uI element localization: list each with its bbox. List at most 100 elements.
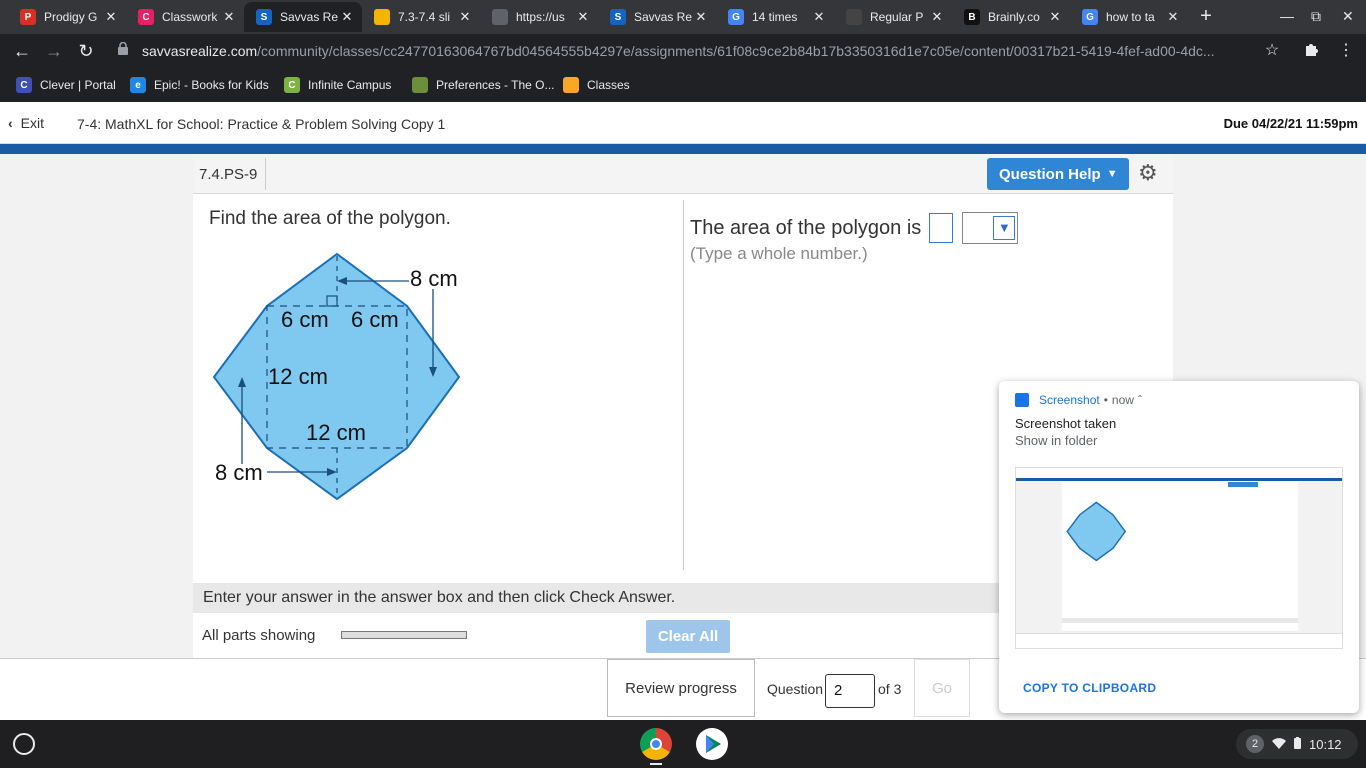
exit-button[interactable]: ‹ Exit [8,115,44,131]
screenshot-thumbnail[interactable] [1015,467,1343,649]
dropdown-arrow-icon[interactable]: ▼ [993,216,1016,240]
label-top-8cm: 8 cm [410,266,458,291]
tab-close-icon[interactable]: ✕ [810,9,828,25]
browser-tab[interactable]: Regular P ✕ [834,2,952,32]
tab-close-icon[interactable]: ✕ [220,9,238,25]
restore-icon[interactable]: ⧉ [1311,8,1321,25]
browser-tab[interactable]: Ghow to ta ✕ [1070,2,1188,32]
forward-arrow-icon[interactable]: → [42,39,66,63]
tab-label: how to ta [1106,10,1155,24]
question-help-label: Question Help [999,165,1101,183]
copy-to-clipboard-button[interactable]: COPY TO CLIPBOARD [1023,681,1156,695]
bookmark-favicon-icon: C [284,77,300,93]
thumb-header [1016,468,1342,478]
label-left-6cm: 6 cm [281,307,329,332]
tab-close-icon[interactable]: ✕ [1046,9,1064,25]
bookmark-favicon-icon [412,77,428,93]
browser-tab[interactable]: G 14 times ✕ [716,2,834,32]
address-bar[interactable]: savvasrealize.com/community/classes/cc24… [110,37,1292,65]
tab-close-icon[interactable]: ✕ [574,9,592,25]
exit-label: Exit [20,115,45,131]
header-accent-bar [0,144,1366,154]
show-in-folder-link[interactable]: Show in folder [1015,433,1097,448]
os-shelf: 2 10:12 [0,720,1366,768]
assignment-title: 7-4: MathXL for School: Practice & Probl… [77,116,446,132]
unit-select[interactable]: ▼ [962,212,1019,244]
due-date: Due 04/22/21 11:59pm [1223,116,1358,131]
tab-favicon-icon: P [20,9,36,25]
status-tray[interactable]: 2 10:12 [1236,729,1358,759]
browser-tab-strip: P Prodigy G ✕ C Classwork ✕ S Savvas Re ✕ 7.3-7.4… [0,0,1366,34]
caret-down-icon: ▼ [1106,168,1118,180]
gear-icon[interactable]: ⚙ [1138,162,1158,184]
tab-close-icon[interactable]: ✕ [456,9,474,25]
notification-app: Screenshot [1039,393,1100,407]
battery-icon [1294,736,1301,752]
tab-label: 14 times [752,10,798,24]
lock-icon [118,41,132,60]
separator-dot: • [1103,393,1108,407]
active-app-indicator [650,763,662,765]
back-arrow-icon[interactable]: ← [10,39,34,63]
tab-close-icon[interactable]: ✕ [1164,9,1182,25]
bookmark-favicon-icon [563,77,579,93]
new-tab-button[interactable]: + [1194,6,1218,28]
parts-label: All parts showing [202,627,316,644]
browser-tab[interactable]: https://us ✕ [480,2,598,32]
bookmark-label: Clever | Portal [40,78,116,92]
thumb-instruction [1062,618,1298,623]
answer-prompt: The area of the polygon is [690,216,922,239]
bookmark-item[interactable]: C Clever | Portal [16,76,116,94]
instruction-bar: Enter your answer in the answer box and … [193,583,999,613]
bookmark-favicon-icon: C [16,77,32,93]
tab-close-icon[interactable]: ✕ [338,9,356,25]
browser-tab[interactable]: S Savvas Re ✕ [598,2,716,32]
browser-tab[interactable]: C Classwork ✕ [126,2,244,32]
question-header: 7.4.PS-9 Question Help ▼ ⚙ [193,154,1173,194]
chrome-app-icon[interactable] [640,728,672,760]
bookmark-item[interactable]: C Infinite Campus [284,76,391,94]
bookmark-item[interactable]: Preferences - The O... [412,76,555,94]
tab-label: Savvas Re [634,10,692,24]
browser-toolbar: ← → ↻ savvasrealize.com/community/classe… [0,34,1366,68]
thumb-help-button [1228,482,1258,487]
tab-label: 7.3-7.4 sli [398,10,451,24]
go-button[interactable]: Go [914,659,970,717]
bookmark-label: Classes [587,78,630,92]
review-progress-button[interactable]: Review progress [607,659,755,717]
tab-close-icon[interactable]: ✕ [692,9,710,25]
chevron-up-icon[interactable]: ˆ [1138,393,1142,407]
reload-icon[interactable]: ↻ [74,39,98,63]
question-help-button[interactable]: Question Help ▼ [987,158,1129,190]
notification-title: Screenshot taken [1015,416,1117,431]
bookmark-star-icon[interactable]: ☆ [1262,41,1282,61]
close-window-icon[interactable]: ✕ [1342,8,1354,25]
browser-tab[interactable]: P Prodigy G ✕ [8,2,126,32]
clear-all-button[interactable]: Clear All [646,620,730,653]
bookmark-item[interactable]: Classes [563,76,630,94]
tab-close-icon[interactable]: ✕ [102,9,120,25]
tab-favicon-icon [374,9,390,25]
browser-tab[interactable]: S Savvas Re ✕ [244,2,362,32]
browser-tab[interactable]: 7.3-7.4 sli ✕ [362,2,480,32]
play-store-icon[interactable] [696,728,728,760]
answer-input[interactable] [929,213,954,243]
wifi-icon [1272,737,1286,752]
browser-tab[interactable]: B Brainly.co ✕ [952,2,1070,32]
tab-close-icon[interactable]: ✕ [928,9,946,25]
tab-favicon-icon: S [256,9,272,25]
launcher-icon[interactable] [13,733,35,755]
chrome-center [650,738,662,750]
menu-kebab-icon[interactable]: ⋮ [1336,41,1356,61]
parts-progress-bar [341,631,467,639]
minimize-icon[interactable]: — [1280,8,1294,24]
bookmark-label: Infinite Campus [308,78,392,92]
tab-label: Classwork [162,10,218,24]
bookmark-item[interactable]: e Epic! - Books for Kids [130,76,269,94]
assignment-header: ‹ Exit 7-4: MathXL for School: Practice … [0,103,1366,144]
question-total: of 3 [878,681,902,697]
question-number-input[interactable]: 2 [825,674,875,708]
tab-favicon-icon: S [610,9,626,25]
tab-label: Savvas Re [280,10,338,24]
extensions-puzzle-icon[interactable] [1301,41,1321,61]
